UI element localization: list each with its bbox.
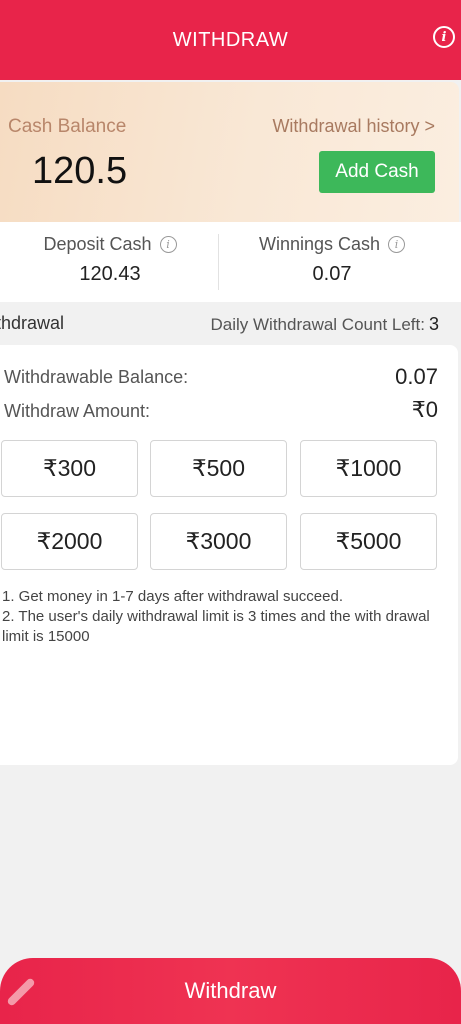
daily-count-label: Daily Withdrawal Count Left: — [210, 315, 425, 334]
withdrawable-balance-label: Withdrawable Balance: — [4, 367, 189, 387]
withdrawal-notes: 1. Get money in 1-7 days after withdrawa… — [2, 587, 454, 647]
amount-option-button[interactable]: ₹300 — [1, 440, 138, 497]
pencil-icon — [6, 977, 36, 1007]
withdrawable-balance-value: 0.07 — [395, 364, 438, 389]
winnings-cash-block: Winnings Cash i 0.07 — [222, 222, 442, 302]
note-item: 1. Get money in 1-7 days after withdrawa… — [2, 588, 344, 605]
deposit-info-icon[interactable]: i — [159, 236, 177, 253]
withdrawal-section-title: ithdrawal — [0, 313, 65, 333]
deposit-cash-value: 120.43 — [79, 263, 141, 285]
note-item: 2. The user's daily withdrawal limit is … — [2, 608, 430, 645]
withdraw-amount-label: Withdraw Amount: — [4, 401, 151, 421]
cash-balance-label: Cash Balance — [8, 116, 127, 137]
withdraw-button-label: Withdraw — [184, 978, 277, 1003]
amount-option-button[interactable]: ₹2000 — [1, 513, 138, 570]
winnings-info-icon[interactable]: i — [388, 236, 406, 253]
amount-option-button[interactable]: ₹500 — [150, 440, 287, 497]
cash-balance-value: 120.5 — [32, 150, 128, 192]
add-cash-button[interactable]: Add Cash — [319, 151, 435, 193]
withdraw-button[interactable]: Withdraw — [0, 958, 461, 1024]
daily-count-value: 3 — [428, 314, 439, 334]
amount-option-button[interactable]: ₹1000 — [300, 440, 437, 497]
info-icon[interactable]: i — [433, 26, 455, 48]
sub-balances: Deposit Cash i 120.43 Winnings Cash i 0.… — [0, 222, 461, 302]
amount-option-button[interactable]: ₹5000 — [300, 513, 437, 570]
withdraw-amount-value: ₹0 — [411, 397, 438, 422]
amount-option-button[interactable]: ₹3000 — [150, 513, 287, 570]
withdraw-card: Withdrawable Balance: 0.07 Withdraw Amou… — [0, 345, 458, 765]
daily-count-left: Daily Withdrawal Count Left: 3 — [211, 314, 440, 335]
balance-card: Cash Balance 120.5 Withdrawal history > … — [0, 82, 459, 222]
divider — [218, 234, 219, 290]
deposit-cash-label: Deposit Cash — [43, 234, 152, 254]
header-bar: WITHDRAW i — [0, 0, 461, 80]
deposit-cash-block: Deposit Cash i 120.43 — [0, 222, 220, 302]
winnings-cash-label: Winnings Cash — [258, 234, 381, 254]
page-title: WITHDRAW — [172, 28, 289, 51]
winnings-cash-value: 0.07 — [312, 263, 352, 285]
withdrawal-history-link[interactable]: Withdrawal history > — [272, 116, 435, 137]
